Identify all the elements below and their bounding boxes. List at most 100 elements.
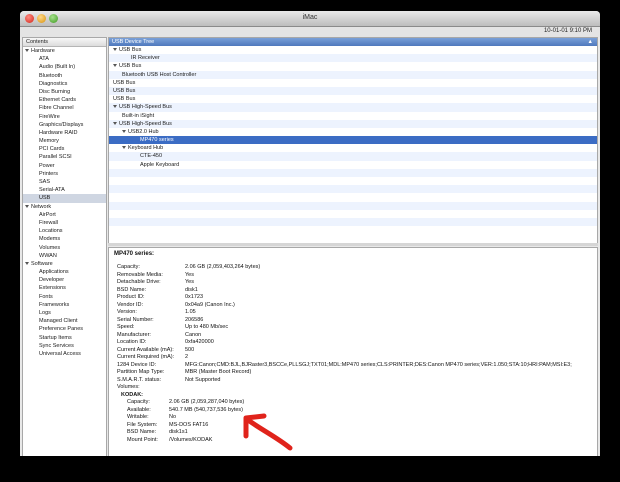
sidebar-item-serial-ata[interactable]: Serial-ATA bbox=[23, 186, 106, 194]
sidebar-group-hardware[interactable]: Hardware bbox=[23, 47, 106, 55]
tree-row-ir-receiver[interactable]: IR Receiver bbox=[109, 54, 597, 63]
sidebar-item-sas[interactable]: SAS bbox=[23, 178, 106, 186]
sidebar-item-label: Startup Items bbox=[39, 334, 72, 341]
disclosure-triangle-icon[interactable] bbox=[113, 105, 117, 109]
sidebar-item-label: Developer bbox=[39, 277, 65, 284]
tree-row-mp470-series[interactable]: MP470 series bbox=[109, 136, 597, 145]
tree-row-usb-bus[interactable]: USB Bus bbox=[109, 95, 597, 103]
sidebar-item-disc-burning[interactable]: Disc Burning bbox=[23, 88, 106, 96]
disclosure-triangle-icon[interactable] bbox=[25, 204, 29, 208]
tree-row-label: USB High-Speed Bus bbox=[119, 104, 172, 111]
sidebar-item-locations[interactable]: Locations bbox=[23, 227, 106, 235]
tree-row-bluetooth-usb-host-controller[interactable]: Bluetooth USB Host Controller bbox=[109, 70, 597, 79]
disclosure-triangle-icon[interactable] bbox=[122, 129, 126, 133]
device-tree-header-label: USB Device Tree bbox=[112, 39, 155, 45]
contents-sidebar[interactable]: Contents Hardware ATA Audio (Built In) Blue… bbox=[22, 37, 107, 456]
sidebar-item-applications[interactable]: Applications bbox=[23, 268, 106, 276]
sidebar-item-extensions[interactable]: Extensions bbox=[23, 284, 106, 292]
sidebar-item-firewall[interactable]: Firewall bbox=[23, 219, 106, 227]
sidebar-item-airport[interactable]: AirPort bbox=[23, 211, 106, 219]
field-label: Product ID: bbox=[117, 294, 145, 300]
sidebar-item-logs[interactable]: Logs bbox=[23, 309, 106, 317]
tree-row-usb-bus[interactable]: USB Bus bbox=[109, 79, 597, 87]
sidebar-item-audio-built-in[interactable]: Audio (Built In) bbox=[23, 63, 106, 71]
disclosure-triangle-icon[interactable] bbox=[113, 64, 117, 68]
tree-row-apple-keyboard[interactable]: Apple Keyboard bbox=[109, 161, 597, 169]
tree-row-label: USB2.0 Hub bbox=[128, 128, 159, 135]
field-label: Current Required (mA): bbox=[117, 354, 175, 360]
tree-row-usb2-0-hub[interactable]: USB2.0 Hub bbox=[109, 128, 597, 136]
sidebar-item-label: Applications bbox=[39, 269, 69, 276]
tree-row-usb-bus[interactable]: USB Bus bbox=[109, 62, 597, 70]
title-bar[interactable]: iMac bbox=[20, 11, 600, 27]
sidebar-item-label: Memory bbox=[39, 138, 59, 145]
sidebar-item-label: WWAN bbox=[39, 252, 57, 259]
disclosure-triangle-icon[interactable] bbox=[25, 261, 29, 265]
pane-splitter[interactable] bbox=[108, 243, 598, 246]
detail-title: MP470 series: bbox=[114, 251, 155, 257]
tree-row-usb-bus[interactable]: USB Bus bbox=[109, 46, 597, 54]
field-label: Writable: bbox=[127, 414, 149, 420]
sidebar-group-network[interactable]: Network bbox=[23, 203, 106, 211]
sidebar-item-fonts[interactable]: Fonts bbox=[23, 293, 106, 301]
sidebar-item-volumes[interactable]: Volumes bbox=[23, 244, 106, 252]
sidebar-item-wwan[interactable]: WWAN bbox=[23, 252, 106, 260]
tree-row-usb-bus[interactable]: USB Bus bbox=[109, 86, 597, 96]
tree-row-usb-high-speed-bus[interactable]: USB High-Speed Bus bbox=[109, 103, 597, 112]
sidebar-item-fibre-channel[interactable]: Fibre Channel bbox=[23, 104, 106, 112]
sidebar-item-hardware-raid[interactable]: Hardware RAID bbox=[23, 129, 106, 137]
sidebar-item-managed-client[interactable]: Managed Client bbox=[23, 317, 106, 325]
sidebar-item-memory[interactable]: Memory bbox=[23, 137, 106, 145]
window-title: iMac bbox=[302, 14, 318, 21]
sidebar-item-sync-services[interactable]: Sync Services bbox=[23, 342, 106, 350]
field-label: Serial Number: bbox=[117, 316, 154, 323]
tree-row-label: Built-in iSight bbox=[122, 112, 155, 119]
tree-row-label: USB Bus bbox=[113, 87, 136, 94]
sidebar-item-ethernet-cards[interactable]: Ethernet Cards bbox=[23, 96, 106, 104]
disclosure-triangle-icon[interactable] bbox=[122, 146, 126, 150]
detail-row-vendor-id: Vendor ID: 0x04a9 (Canon Inc.) bbox=[117, 302, 597, 310]
sidebar-item-pci-cards[interactable]: PCI Cards bbox=[23, 145, 106, 153]
sidebar-item-startup-items[interactable]: Startup Items bbox=[23, 334, 106, 342]
sidebar-item-label: Ethernet Cards bbox=[39, 97, 76, 104]
tree-row-built-in-isight[interactable]: Built-in iSight bbox=[109, 112, 597, 120]
sidebar-item-developer[interactable]: Developer bbox=[23, 276, 106, 284]
volume-row-file-system: File System: MS-DOS FAT16 bbox=[117, 422, 597, 430]
sidebar-item-label: SAS bbox=[39, 179, 51, 185]
disclosure-triangle-icon[interactable] bbox=[25, 49, 29, 53]
field-value: MFG:Canon;CMD:BJL,BJRaster3,BSCCe,PLLSGJ… bbox=[185, 361, 572, 368]
sidebar-item-frameworks[interactable]: Frameworks bbox=[23, 301, 106, 309]
sidebar-item-diagnostics[interactable]: Diagnostics bbox=[23, 80, 106, 88]
field-value: /Volumes/KODAK bbox=[169, 436, 213, 443]
sidebar-item-printers[interactable]: Printers bbox=[23, 170, 106, 178]
sidebar-item-usb[interactable]: USB bbox=[23, 194, 106, 203]
disclosure-triangle-icon[interactable] bbox=[113, 48, 117, 52]
sidebar-item-parallel-scsi[interactable]: Parallel SCSI bbox=[23, 153, 106, 161]
sidebar-item-graphics-displays[interactable]: Graphics/Displays bbox=[23, 121, 106, 129]
tree-row-usb-high-speed-bus[interactable]: USB High-Speed Bus bbox=[109, 119, 597, 128]
field-value: Not Supported bbox=[185, 376, 221, 383]
sidebar-item-label: Diagnostics bbox=[39, 80, 68, 87]
sidebar-item-preference-panes[interactable]: Preference Panes bbox=[23, 325, 106, 333]
tree-row-label: MP470 series bbox=[140, 137, 174, 144]
sidebar-group-software[interactable]: Software bbox=[23, 260, 106, 268]
sidebar-item-power[interactable]: Power bbox=[23, 162, 106, 170]
volume-name: KODAK: bbox=[117, 392, 597, 400]
contents-header[interactable]: Contents bbox=[23, 38, 106, 47]
disclosure-triangle-icon[interactable] bbox=[113, 121, 117, 125]
tree-row-keyboard-hub[interactable]: Keyboard Hub bbox=[109, 144, 597, 152]
field-label: Capacity: bbox=[127, 399, 150, 405]
info-bar: 10-01-01 9:10 PM bbox=[20, 27, 600, 37]
field-label: Vendor ID: bbox=[117, 301, 143, 308]
sidebar-item-ata[interactable]: ATA bbox=[23, 55, 106, 63]
field-label: Capacity: bbox=[117, 264, 140, 270]
tree-row-cte-450[interactable]: CTE-450 bbox=[109, 152, 597, 161]
sidebar-item-modems[interactable]: Modems bbox=[23, 235, 106, 243]
sidebar-item-universal-access[interactable]: Universal Access bbox=[23, 350, 106, 358]
sidebar-item-bluetooth[interactable]: Bluetooth bbox=[23, 72, 106, 80]
sidebar-item-label: Preference Panes bbox=[39, 326, 84, 333]
volume-row-capacity: Capacity: 2.06 GB (2,059,287,040 bytes) bbox=[117, 399, 597, 407]
usb-device-tree[interactable]: USB Device Tree ▲ USB Bus IR Receiver USB B… bbox=[108, 37, 598, 244]
sidebar-item-firewire[interactable]: FireWire bbox=[23, 113, 106, 121]
device-tree-header[interactable]: USB Device Tree ▲ bbox=[109, 38, 597, 46]
